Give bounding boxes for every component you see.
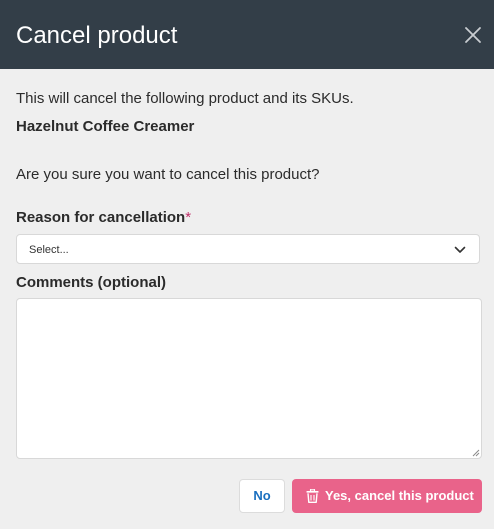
confirmation-question: Are you sure you want to cancel this pro… bbox=[16, 166, 320, 183]
close-button[interactable] bbox=[463, 25, 483, 45]
trash-icon bbox=[306, 489, 319, 503]
cancel-product-dialog: Cancel product This will cancel the foll… bbox=[0, 0, 494, 529]
dialog-intro-text: This will cancel the following product a… bbox=[16, 90, 354, 107]
product-name: Hazelnut Coffee Creamer bbox=[16, 118, 195, 135]
reason-select[interactable]: Select... bbox=[16, 234, 480, 264]
chevron-down-icon bbox=[454, 244, 466, 256]
dialog-header: Cancel product bbox=[0, 0, 494, 69]
required-marker: * bbox=[185, 209, 192, 226]
dialog-title: Cancel product bbox=[16, 22, 178, 49]
comments-textarea[interactable] bbox=[16, 298, 482, 459]
reason-select-value: Select... bbox=[29, 244, 69, 256]
no-button[interactable]: No bbox=[239, 479, 285, 513]
reason-label-text: Reason for cancellation bbox=[16, 209, 186, 226]
confirm-cancel-button-label: Yes, cancel this product bbox=[325, 488, 474, 503]
confirm-cancel-button[interactable]: Yes, cancel this product bbox=[292, 479, 482, 513]
comments-label: Comments (optional) bbox=[16, 274, 166, 291]
close-icon bbox=[463, 25, 483, 45]
reason-label: Reason for cancellation* bbox=[16, 208, 191, 228]
